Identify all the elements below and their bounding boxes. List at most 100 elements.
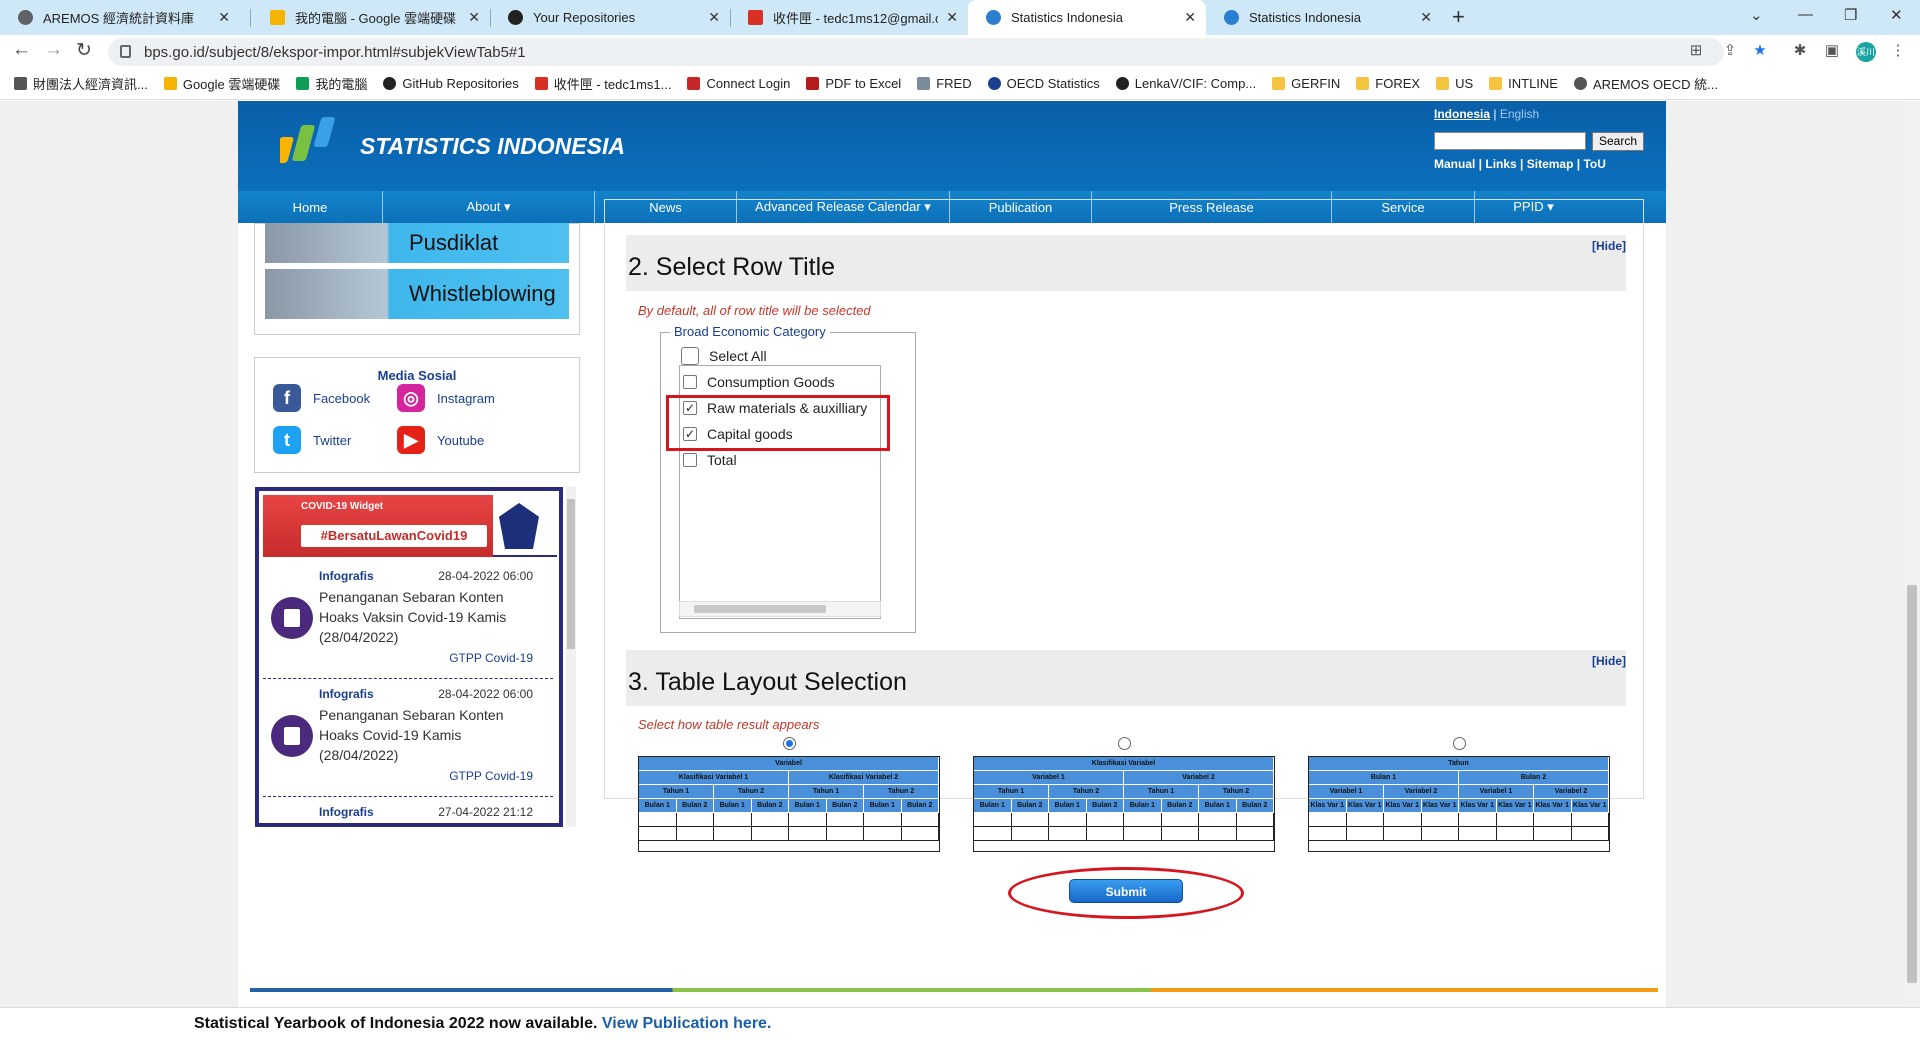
back-button[interactable]: ← bbox=[12, 39, 31, 61]
bookmark-item[interactable]: 財團法人經濟資訊... bbox=[14, 74, 148, 93]
page-content: STATISTICS INDONESIA Indonesia | English… bbox=[238, 101, 1666, 1007]
folder-icon bbox=[1356, 77, 1370, 90]
scrollbar-thumb[interactable] bbox=[567, 499, 575, 649]
bookmark-folder[interactable]: INTLINE bbox=[1489, 76, 1558, 91]
close-tab-icon[interactable]: ✕ bbox=[946, 9, 958, 26]
covid-feed-item[interactable]: Infografis 28-04-2022 06:00 Penanganan S… bbox=[263, 561, 553, 679]
bookmark-folder[interactable]: US bbox=[1436, 76, 1473, 91]
bookmark-item[interactable]: FRED bbox=[917, 76, 972, 91]
browser-tab[interactable]: Your Repositories ✕ bbox=[490, 0, 730, 35]
forward-button[interactable]: → bbox=[44, 39, 63, 61]
covid-hashtag: #BersatuLawanCovid19 bbox=[301, 525, 487, 547]
side-panel-icon[interactable]: ▣ bbox=[1824, 43, 1840, 59]
bookmark-star-icon[interactable]: ★ bbox=[1752, 43, 1768, 59]
layout-header-cell: Bulan 1 bbox=[714, 799, 752, 813]
tab-search-icon[interactable]: ⌄ bbox=[1750, 6, 1763, 24]
layout-empty-cell bbox=[789, 813, 827, 827]
banner-whistleblowing[interactable]: Whistleblowing bbox=[265, 269, 569, 319]
scrollbar-thumb[interactable] bbox=[694, 605, 826, 613]
flag-icon bbox=[687, 77, 701, 90]
close-tab-icon[interactable]: ✕ bbox=[1420, 9, 1432, 26]
lang-indonesia-link[interactable]: Indonesia bbox=[1434, 107, 1490, 121]
bookmark-folder[interactable]: GERFIN bbox=[1272, 76, 1340, 91]
browser-tab[interactable]: Statistics Indonesia ✕ bbox=[1206, 0, 1442, 35]
layout-header-row: Tahun bbox=[1309, 757, 1609, 771]
view-publication-link[interactable]: View Publication here. bbox=[602, 1015, 772, 1032]
extensions-icon[interactable]: ✱ bbox=[1792, 43, 1808, 59]
banner-pusdiklat[interactable]: Pusdiklat bbox=[265, 223, 569, 263]
gmail-icon bbox=[748, 10, 763, 25]
close-window-button[interactable]: ✕ bbox=[1890, 6, 1903, 24]
browser-tab[interactable]: 我的電腦 - Google 雲端硬碟 ✕ bbox=[252, 0, 490, 35]
layout-radio-2[interactable] bbox=[1118, 737, 1131, 750]
layout-empty-cell bbox=[974, 827, 1012, 841]
layout-preview-table[interactable]: Klasifikasi Variabel Variabel 1 Variabel 2… bbox=[973, 756, 1275, 852]
bookmark-item[interactable]: LenkaV/CIF: Comp... bbox=[1115, 76, 1256, 91]
close-tab-icon[interactable]: ✕ bbox=[468, 9, 480, 26]
scrollbar-thumb[interactable] bbox=[1907, 585, 1917, 983]
checkbox-box[interactable] bbox=[683, 375, 697, 389]
layout-preview-table[interactable]: Tahun Bulan 1 Bulan 2 Variabel 1 Variabel 2V… bbox=[1308, 756, 1610, 852]
option-consumption-goods[interactable]: Consumption Goods bbox=[683, 374, 835, 390]
web-page: STATISTICS INDONESIA Indonesia | English… bbox=[0, 101, 1904, 1007]
site-search-button[interactable]: Search bbox=[1592, 132, 1644, 151]
hide-layout-link[interactable]: [Hide] bbox=[1592, 654, 1626, 668]
layout-empty-cell bbox=[1384, 813, 1422, 827]
select-all-checkbox[interactable]: Select All bbox=[681, 347, 767, 365]
new-tab-button[interactable]: + bbox=[1452, 4, 1465, 30]
layout-empty-cell bbox=[901, 813, 939, 827]
share-icon[interactable]: ⇪ bbox=[1722, 43, 1738, 59]
social-twitter[interactable]: t Twitter bbox=[273, 426, 351, 454]
minimize-button[interactable]: — bbox=[1798, 6, 1813, 23]
layout-radio-3[interactable] bbox=[1453, 737, 1466, 750]
covid-feed-item[interactable]: Infografis 28-04-2022 06:00 Penanganan S… bbox=[263, 679, 553, 797]
page-scrollbar[interactable] bbox=[1904, 101, 1920, 1007]
layout-header-cell: Klas Var 1 bbox=[1571, 799, 1609, 813]
option-total[interactable]: Total bbox=[683, 452, 737, 468]
layout-preview-table[interactable]: Variabel Klasifikasi Variabel 1 Klasifikas… bbox=[638, 756, 940, 852]
browser-tab[interactable]: 收件匣 - tedc1ms12@gmail.com ✕ bbox=[730, 0, 968, 35]
address-bar[interactable]: bps.go.id/subject/8/ekspor-impor.html#su… bbox=[108, 38, 1724, 66]
lang-english-link[interactable]: English bbox=[1500, 107, 1539, 121]
nav-about[interactable]: About ▾ bbox=[383, 191, 595, 223]
bookmark-item[interactable]: PDF to Excel bbox=[806, 76, 901, 91]
covid-feed-item[interactable]: Infografis 27-04-2022 21:12 bbox=[263, 797, 553, 823]
bookmark-folder[interactable]: FOREX bbox=[1356, 76, 1420, 91]
translate-icon[interactable]: ⊞ bbox=[1688, 43, 1704, 59]
globe-icon bbox=[987, 77, 1001, 90]
layout-radio-1[interactable] bbox=[783, 737, 796, 750]
listbox-horizontal-scrollbar[interactable] bbox=[679, 601, 881, 617]
close-tab-icon[interactable]: ✕ bbox=[218, 9, 230, 26]
submit-button[interactable]: Submit bbox=[1069, 879, 1183, 903]
menu-icon[interactable]: ⋮ bbox=[1890, 43, 1906, 59]
bookmark-item[interactable]: Google 雲端硬碟 bbox=[163, 74, 280, 93]
close-tab-icon[interactable]: ✕ bbox=[1184, 9, 1196, 26]
bookmark-item[interactable]: GitHub Repositories bbox=[383, 76, 519, 91]
bookmark-item[interactable]: 我的電腦 bbox=[296, 74, 367, 93]
layout-header-cell: Klas Var 1 bbox=[1346, 799, 1384, 813]
reload-button[interactable]: ↻ bbox=[76, 39, 92, 62]
bookmark-item[interactable]: Connect Login bbox=[687, 76, 790, 91]
browser-tab[interactable]: AREMOS 經濟統計資料庫 ✕ bbox=[0, 0, 240, 35]
social-youtube[interactable]: ▶ Youtube bbox=[397, 426, 484, 454]
checkbox-box[interactable] bbox=[681, 347, 699, 365]
profile-avatar[interactable]: 溪川 bbox=[1856, 42, 1876, 62]
bookmark-item[interactable]: AREMOS OECD 統... bbox=[1573, 74, 1718, 93]
nav-home[interactable]: Home bbox=[238, 191, 383, 223]
checkbox-box[interactable] bbox=[683, 453, 697, 467]
bookmark-item[interactable]: 收件匣 - tedc1ms1... bbox=[534, 74, 671, 93]
social-instagram[interactable]: ◎ Instagram bbox=[397, 384, 495, 412]
browser-tab-active[interactable]: Statistics Indonesia ✕ bbox=[968, 0, 1206, 35]
site-search-input[interactable] bbox=[1434, 132, 1586, 150]
hide-row-title-link[interactable]: [Hide] bbox=[1592, 239, 1626, 253]
restore-button[interactable]: ❐ bbox=[1844, 6, 1857, 24]
layout-header-cell: Klasifikasi Variabel 2 bbox=[789, 771, 939, 785]
social-facebook[interactable]: f Facebook bbox=[273, 384, 370, 412]
site-logo-text[interactable]: STATISTICS INDONESIA bbox=[360, 133, 625, 160]
close-tab-icon[interactable]: ✕ bbox=[708, 9, 720, 26]
covid-widget-scrollbar[interactable] bbox=[566, 487, 576, 827]
bookmark-item[interactable]: OECD Statistics bbox=[987, 76, 1100, 91]
covid-widget-banner[interactable]: COVID-19 Widget #BersatuLawanCovid19 bbox=[263, 495, 557, 557]
header-links[interactable]: Manual | Links | Sitemap | ToU bbox=[1434, 157, 1606, 171]
layout-empty-cell bbox=[751, 827, 789, 841]
